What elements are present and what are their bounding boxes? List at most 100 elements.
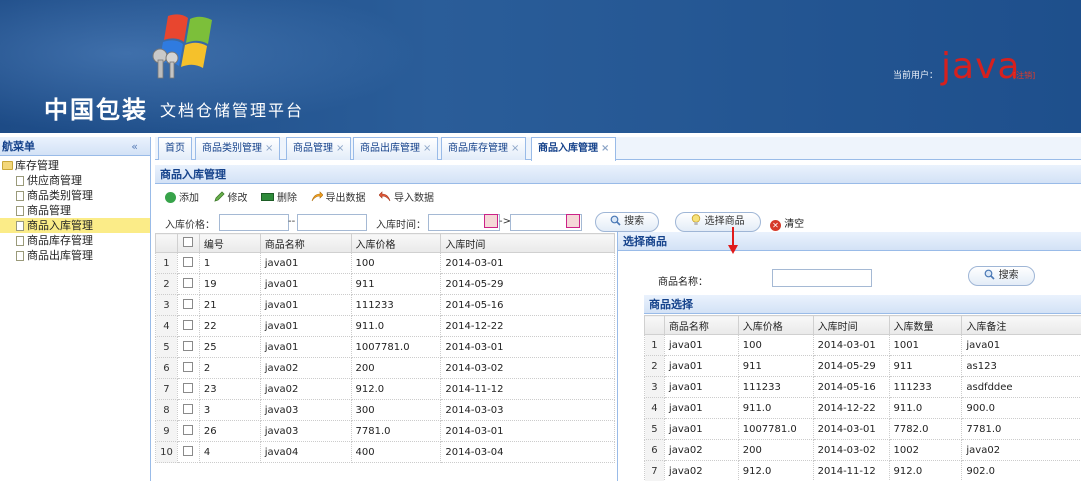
column-header[interactable]: 商品名称: [259, 233, 352, 253]
tab[interactable]: 商品入库管理 ×: [531, 137, 617, 161]
tab[interactable]: 首页: [158, 137, 192, 160]
product-select-grid: 商品名称 入库价格 入库时间 入库数量 入库备注 1 java01 100 2014-…: [644, 315, 1081, 481]
column-header[interactable]: 商品名称: [663, 315, 739, 335]
column-header[interactable]: 入库时间: [440, 233, 615, 253]
edit-button[interactable]: 修改: [213, 189, 248, 204]
table-row[interactable]: 4 java01 911.0 2014-12-22 911.0 900.0: [644, 397, 1081, 419]
row-checkbox-cell: [176, 252, 200, 274]
table-row[interactable]: 1 java01 100 2014-03-01 1001 java01: [644, 334, 1081, 356]
tab-close-icon[interactable]: ×: [511, 143, 519, 154]
row-number: 5: [644, 418, 665, 440]
app-header: 中国包装 文档仓储管理平台 当前用户： java [注销]: [0, 0, 1081, 133]
collapse-icon[interactable]: «: [131, 137, 138, 156]
price-label: 入库价格：: [165, 220, 215, 231]
tree-root-label: 库存管理: [15, 159, 59, 172]
delete-button[interactable]: 删除: [261, 189, 297, 204]
row-checkbox[interactable]: [183, 278, 194, 288]
table-row[interactable]: 10 4 java04 400 2014-03-04: [155, 441, 615, 463]
tree-root-inventory[interactable]: 库存管理: [0, 158, 150, 173]
row-number: 2: [644, 355, 665, 377]
tab-close-icon[interactable]: ×: [601, 143, 609, 154]
tab-close-icon[interactable]: ×: [423, 143, 431, 154]
file-icon: [16, 221, 24, 231]
tab[interactable]: 商品管理 ×: [286, 137, 352, 160]
table-cell: 911: [737, 355, 814, 377]
import-label: 导入数据: [394, 193, 434, 204]
select-all-checkbox[interactable]: [183, 237, 194, 247]
row-checkbox[interactable]: [183, 257, 194, 267]
sidebar-item[interactable]: 商品管理: [0, 203, 150, 218]
price-max-input[interactable]: [297, 214, 367, 231]
row-number: 3: [155, 294, 178, 316]
brand-name: 中国包装: [44, 96, 148, 124]
sidebar-item[interactable]: 供应商管理: [0, 173, 150, 188]
logout-link[interactable]: [注销]: [1013, 70, 1035, 81]
table-row[interactable]: 6 2 java02 200 2014-03-02: [155, 357, 615, 379]
row-checkbox[interactable]: [183, 341, 194, 351]
table-cell: java01: [259, 336, 352, 358]
table-cell: java03: [259, 420, 352, 442]
tab[interactable]: 商品出库管理 ×: [353, 137, 439, 160]
calendar-icon[interactable]: [566, 214, 580, 228]
table-cell: 2014-03-04: [440, 441, 615, 463]
export-button[interactable]: 导出数据: [311, 189, 366, 204]
search-label: 搜索: [624, 216, 645, 227]
tab-close-icon[interactable]: ×: [336, 143, 344, 154]
sidebar-item[interactable]: 商品出库管理: [0, 248, 150, 263]
row-checkbox[interactable]: [183, 383, 194, 393]
sidebar-item[interactable]: 商品库存管理: [0, 233, 150, 248]
table-row[interactable]: 6 java02 200 2014-03-02 1002 java02: [644, 439, 1081, 461]
row-checkbox[interactable]: [183, 299, 194, 309]
table-row[interactable]: 3 java01 111233 2014-05-16 111233 asdfddee: [644, 376, 1081, 398]
table-row[interactable]: 4 22 java01 911.0 2014-12-22: [155, 315, 615, 337]
table-row[interactable]: 7 java02 912.0 2014-11-12 912.0 902.0: [644, 460, 1081, 481]
row-checkbox[interactable]: [183, 320, 194, 330]
price-min-input[interactable]: [219, 214, 289, 231]
dialog-name-input[interactable]: [772, 269, 872, 287]
column-header[interactable]: 入库数量: [888, 315, 963, 335]
filter-bar: 入库价格： -- 入库时间： -> 搜索 选择商品 ✕ 清空: [155, 211, 1081, 233]
tab[interactable]: 商品库存管理 ×: [441, 137, 527, 160]
select-product-button[interactable]: 选择商品: [675, 212, 761, 232]
sidebar-item-label: 供应商管理: [27, 174, 82, 187]
tab-close-icon[interactable]: ×: [265, 143, 273, 154]
table-row[interactable]: 2 19 java01 911 2014-05-29: [155, 273, 615, 295]
tab[interactable]: 商品类别管理 ×: [195, 137, 281, 160]
row-checkbox[interactable]: [183, 362, 194, 372]
toolbar: 添加 修改 删除 导出数据 导入数据: [155, 189, 434, 209]
table-row[interactable]: 2 java01 911 2014-05-29 911 as123: [644, 355, 1081, 377]
import-button[interactable]: 导入数据: [378, 189, 434, 204]
table-row[interactable]: 8 3 java03 300 2014-03-03: [155, 399, 615, 421]
row-checkbox-cell: [176, 294, 200, 316]
table-row[interactable]: 1 1 java01 100 2014-03-01: [155, 252, 615, 274]
calendar-icon[interactable]: [484, 214, 498, 228]
table-row[interactable]: 7 23 java02 912.0 2014-11-12: [155, 378, 615, 400]
row-checkbox-cell: [176, 399, 200, 421]
table-row[interactable]: 5 java01 1007781.0 2014-03-01 7782.0 7781.0: [644, 418, 1081, 440]
table-row[interactable]: 3 21 java01 111233 2014-05-16: [155, 294, 615, 316]
table-cell: java01: [663, 355, 739, 377]
sidebar-item[interactable]: 商品入库管理: [0, 218, 150, 233]
column-header[interactable]: 入库价格: [350, 233, 442, 253]
table-cell: java03: [259, 399, 352, 421]
dialog-search-button[interactable]: 搜索: [968, 266, 1035, 286]
add-button[interactable]: 添加: [165, 189, 199, 204]
tab-bar: 首页 商品类别管理 × 商品管理 × 商品出库管理 × 商品库存管理 × 商品入库管理 ×: [155, 137, 1081, 161]
column-header[interactable]: 编号: [198, 233, 261, 253]
row-checkbox[interactable]: [183, 404, 194, 414]
clear-button[interactable]: ✕ 清空: [770, 215, 804, 231]
search-button[interactable]: 搜索: [595, 212, 659, 232]
column-header[interactable]: 入库价格: [737, 315, 814, 335]
table-row[interactable]: 5 25 java01 1007781.0 2014-03-01: [155, 336, 615, 358]
table-row[interactable]: 9 26 java03 7781.0 2014-03-01: [155, 420, 615, 442]
column-header[interactable]: 入库时间: [812, 315, 890, 335]
row-checkbox[interactable]: [183, 425, 194, 435]
row-checkbox-cell: [176, 336, 200, 358]
column-header[interactable]: 入库备注: [961, 315, 1081, 335]
row-number: 5: [155, 336, 178, 358]
table-cell: 1001: [888, 334, 963, 356]
sidebar-item[interactable]: 商品类别管理: [0, 188, 150, 203]
row-checkbox[interactable]: [183, 446, 194, 456]
table-cell: java01: [663, 397, 739, 419]
table-cell: 2014-03-02: [812, 439, 890, 461]
